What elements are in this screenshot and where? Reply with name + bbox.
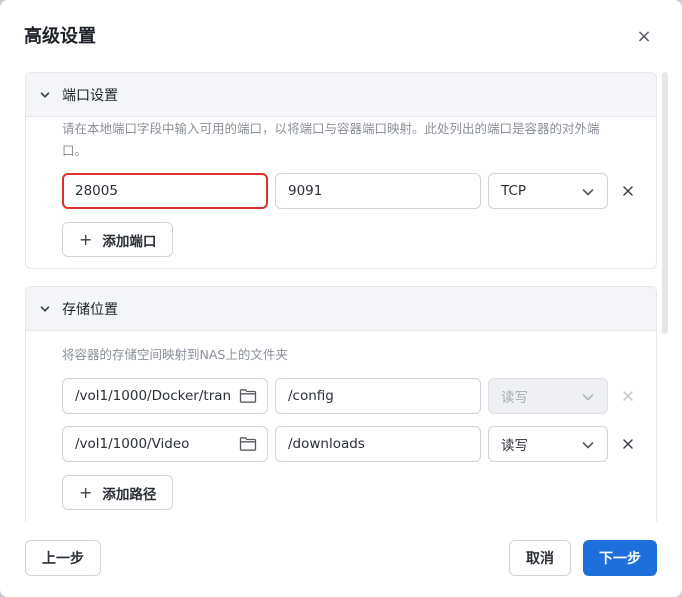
port-settings-section: 端口设置 请在本地端口字段中输入可用的端口，以将端口与容器端口映射。此处列出的端… <box>25 72 657 269</box>
next-step-button[interactable]: 下一步 <box>583 540 657 576</box>
chevron-down-icon <box>582 394 594 401</box>
storage-section-header[interactable]: 存储位置 <box>26 287 656 331</box>
container-port-input[interactable]: 9091 <box>275 173 481 209</box>
protocol-select[interactable]: TCP <box>488 173 608 209</box>
storage-section: 存储位置 将容器的存储空间映射到NAS上的文件夹 /vol1/1000/Dock… <box>25 286 657 522</box>
folder-icon[interactable] <box>239 388 257 404</box>
chevron-down-icon <box>582 442 594 449</box>
container-port-value: 9091 <box>288 183 323 199</box>
add-port-button[interactable]: + 添加端口 <box>62 222 174 257</box>
add-path-button[interactable]: + 添加路径 <box>62 475 174 510</box>
dialog-title: 高级设置 <box>24 26 96 47</box>
folder-icon[interactable] <box>239 436 257 452</box>
port-section-header[interactable]: 端口设置 <box>26 73 656 117</box>
port-description-line1: 请在本地端口字段中输入可用的端口，以将端口与容器端口映射。此处列出的端口是容器的… <box>62 121 600 136</box>
plus-icon: + <box>79 483 93 502</box>
host-path-value: /vol1/1000/Docker/transmission <box>75 388 231 404</box>
remove-path-row-icon <box>620 388 636 404</box>
remove-port-row-icon[interactable] <box>620 183 636 199</box>
permission-value: 读写 <box>501 390 528 406</box>
cancel-button[interactable]: 取消 <box>509 540 571 576</box>
host-path-input[interactable]: /vol1/1000/Docker/transmission <box>62 378 268 414</box>
chevron-down-icon <box>38 88 52 102</box>
add-path-label: 添加路径 <box>102 486 157 503</box>
chevron-down-icon <box>582 189 594 196</box>
remove-path-row-icon[interactable] <box>620 436 636 452</box>
host-path-input[interactable]: /vol1/1000/Video <box>62 426 268 462</box>
container-path-value: /config <box>288 388 334 404</box>
local-port-input[interactable]: 28005 <box>62 173 268 209</box>
settings-scroll-area[interactable]: 端口设置 请在本地端口字段中输入可用的端口，以将端口与容器端口映射。此处列出的端… <box>25 72 657 522</box>
add-port-label: 添加端口 <box>102 233 157 250</box>
host-path-value: /vol1/1000/Video <box>75 436 190 452</box>
port-description-line2: 口。 <box>62 143 88 158</box>
advanced-settings-dialog: 高级设置 × 端口设置 请在本地端口字段中输入可用的端口，以将端口与容器端口映射… <box>0 0 682 597</box>
port-section-title: 端口设置 <box>62 87 118 104</box>
scrollbar[interactable] <box>662 72 668 334</box>
storage-section-title: 存储位置 <box>62 301 118 318</box>
storage-description: 将容器的存储空间映射到NAS上的文件夹 <box>62 347 288 362</box>
close-icon[interactable]: × <box>634 26 654 47</box>
permission-select[interactable]: 读写 <box>488 426 608 462</box>
container-path-value: /downloads <box>288 436 365 452</box>
container-path-input[interactable]: /config <box>275 378 481 414</box>
plus-icon: + <box>79 230 93 249</box>
container-path-input[interactable]: /downloads <box>275 426 481 462</box>
chevron-down-icon <box>38 302 52 316</box>
permission-select: 读写 <box>488 378 608 414</box>
permission-value: 读写 <box>501 438 528 454</box>
local-port-value: 28005 <box>75 183 118 199</box>
protocol-value: TCP <box>501 183 527 199</box>
previous-step-button[interactable]: 上一步 <box>25 540 101 576</box>
